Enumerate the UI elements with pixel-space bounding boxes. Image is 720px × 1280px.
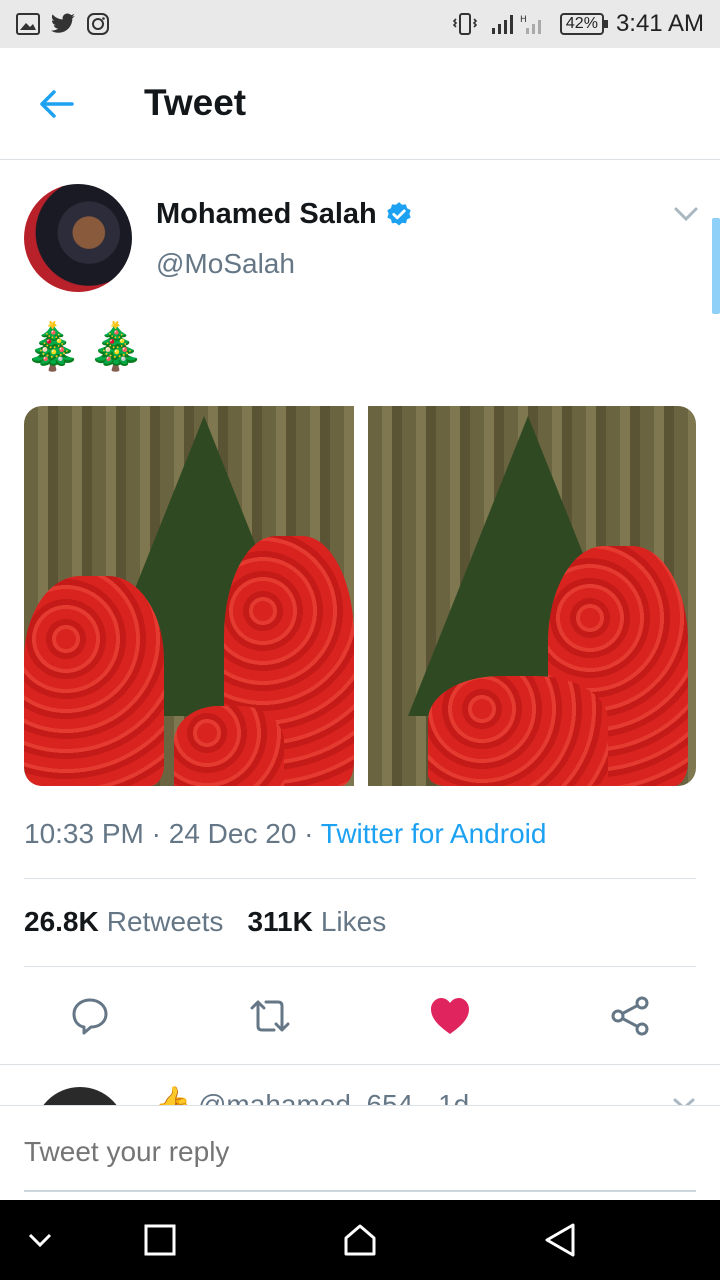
page-title: Tweet — [144, 82, 247, 123]
likes-label: Likes — [320, 906, 387, 937]
retweets-stat[interactable]: 26.8K Retweets — [24, 906, 223, 938]
reply-icon — [72, 998, 108, 1035]
chevron-down-icon[interactable] — [672, 204, 700, 224]
chevron-down-icon — [28, 1233, 52, 1248]
home-button[interactable] — [338, 1220, 382, 1260]
chevron-down-icon[interactable] — [672, 1097, 696, 1105]
recents-button[interactable] — [138, 1220, 182, 1260]
gallery-notification-icon — [16, 13, 40, 35]
tweet-stats: 26.8K Retweets 311K Likes — [24, 906, 386, 938]
tweet-photo-2[interactable] — [368, 406, 696, 786]
system-nav-bar — [0, 1200, 720, 1280]
recents-square-icon — [144, 1224, 176, 1256]
separator: · — [151, 818, 169, 849]
battery-indicator: 42% — [559, 13, 608, 35]
reply-emoji: 👍 — [154, 1086, 192, 1105]
tweet-actions — [0, 994, 720, 1038]
tweet-time: 10:33 PM — [24, 818, 144, 849]
tweet-photo-1[interactable] — [24, 406, 354, 786]
author-avatar[interactable] — [24, 184, 132, 292]
reply-button[interactable] — [68, 994, 112, 1038]
retweets-label: Retweets — [106, 906, 224, 937]
home-icon — [344, 1224, 376, 1256]
reply-tweet[interactable]: 👍 @mahamed_654 · 1d — [0, 1065, 720, 1105]
back-nav-button[interactable] — [538, 1220, 582, 1260]
separator: · — [304, 818, 321, 849]
hide-keyboard-button[interactable] — [18, 1220, 62, 1260]
input-underline — [24, 1190, 696, 1192]
reply-composer — [0, 1105, 720, 1200]
divider — [24, 966, 696, 967]
tweet-meta: 10:33 PM · 24 Dec 20 · Twitter for Andro… — [24, 818, 546, 850]
scrollbar[interactable] — [712, 218, 720, 314]
share-button[interactable] — [608, 994, 652, 1038]
pajama-figure — [174, 706, 284, 786]
author-handle[interactable]: @MoSalah — [156, 248, 295, 280]
verified-badge-icon — [387, 201, 411, 225]
divider — [24, 878, 696, 879]
heart-icon — [431, 998, 469, 1034]
like-button[interactable] — [428, 994, 472, 1038]
app-header: Tweet — [0, 48, 720, 160]
triangle-back-icon — [545, 1223, 575, 1257]
svg-text:H: H — [520, 15, 527, 25]
retweet-icon — [250, 1000, 290, 1032]
twitter-notification-icon — [50, 13, 75, 33]
vibrate-icon — [452, 13, 478, 35]
tweet-source-link[interactable]: Twitter for Android — [321, 818, 547, 849]
likes-count: 311K — [247, 906, 313, 937]
status-bar: H 42% 3:41 AM — [0, 0, 720, 48]
tweet-date: 24 Dec 20 — [168, 818, 297, 849]
retweet-button[interactable] — [248, 994, 292, 1038]
share-icon — [611, 996, 649, 1036]
back-button[interactable] — [32, 84, 80, 124]
reply-avatar[interactable] — [34, 1087, 126, 1105]
pajama-figure — [24, 576, 164, 786]
reply-input[interactable] — [24, 1136, 696, 1168]
pajama-figure — [428, 676, 608, 786]
status-time: 3:41 AM — [615, 10, 704, 37]
arrow-left-icon — [40, 90, 74, 118]
tweet-text: 🎄🎄 — [24, 320, 151, 372]
instagram-notification-icon — [87, 13, 109, 35]
likes-stat[interactable]: 311K Likes — [247, 906, 386, 938]
author-name: Mohamed Salah — [156, 198, 377, 230]
retweets-count: 26.8K — [24, 906, 99, 937]
reply-handle-line[interactable]: @mahamed_654 · 1d — [198, 1089, 469, 1105]
author-name-row[interactable]: Mohamed Salah — [156, 198, 413, 231]
signal-icon: H — [491, 15, 541, 34]
